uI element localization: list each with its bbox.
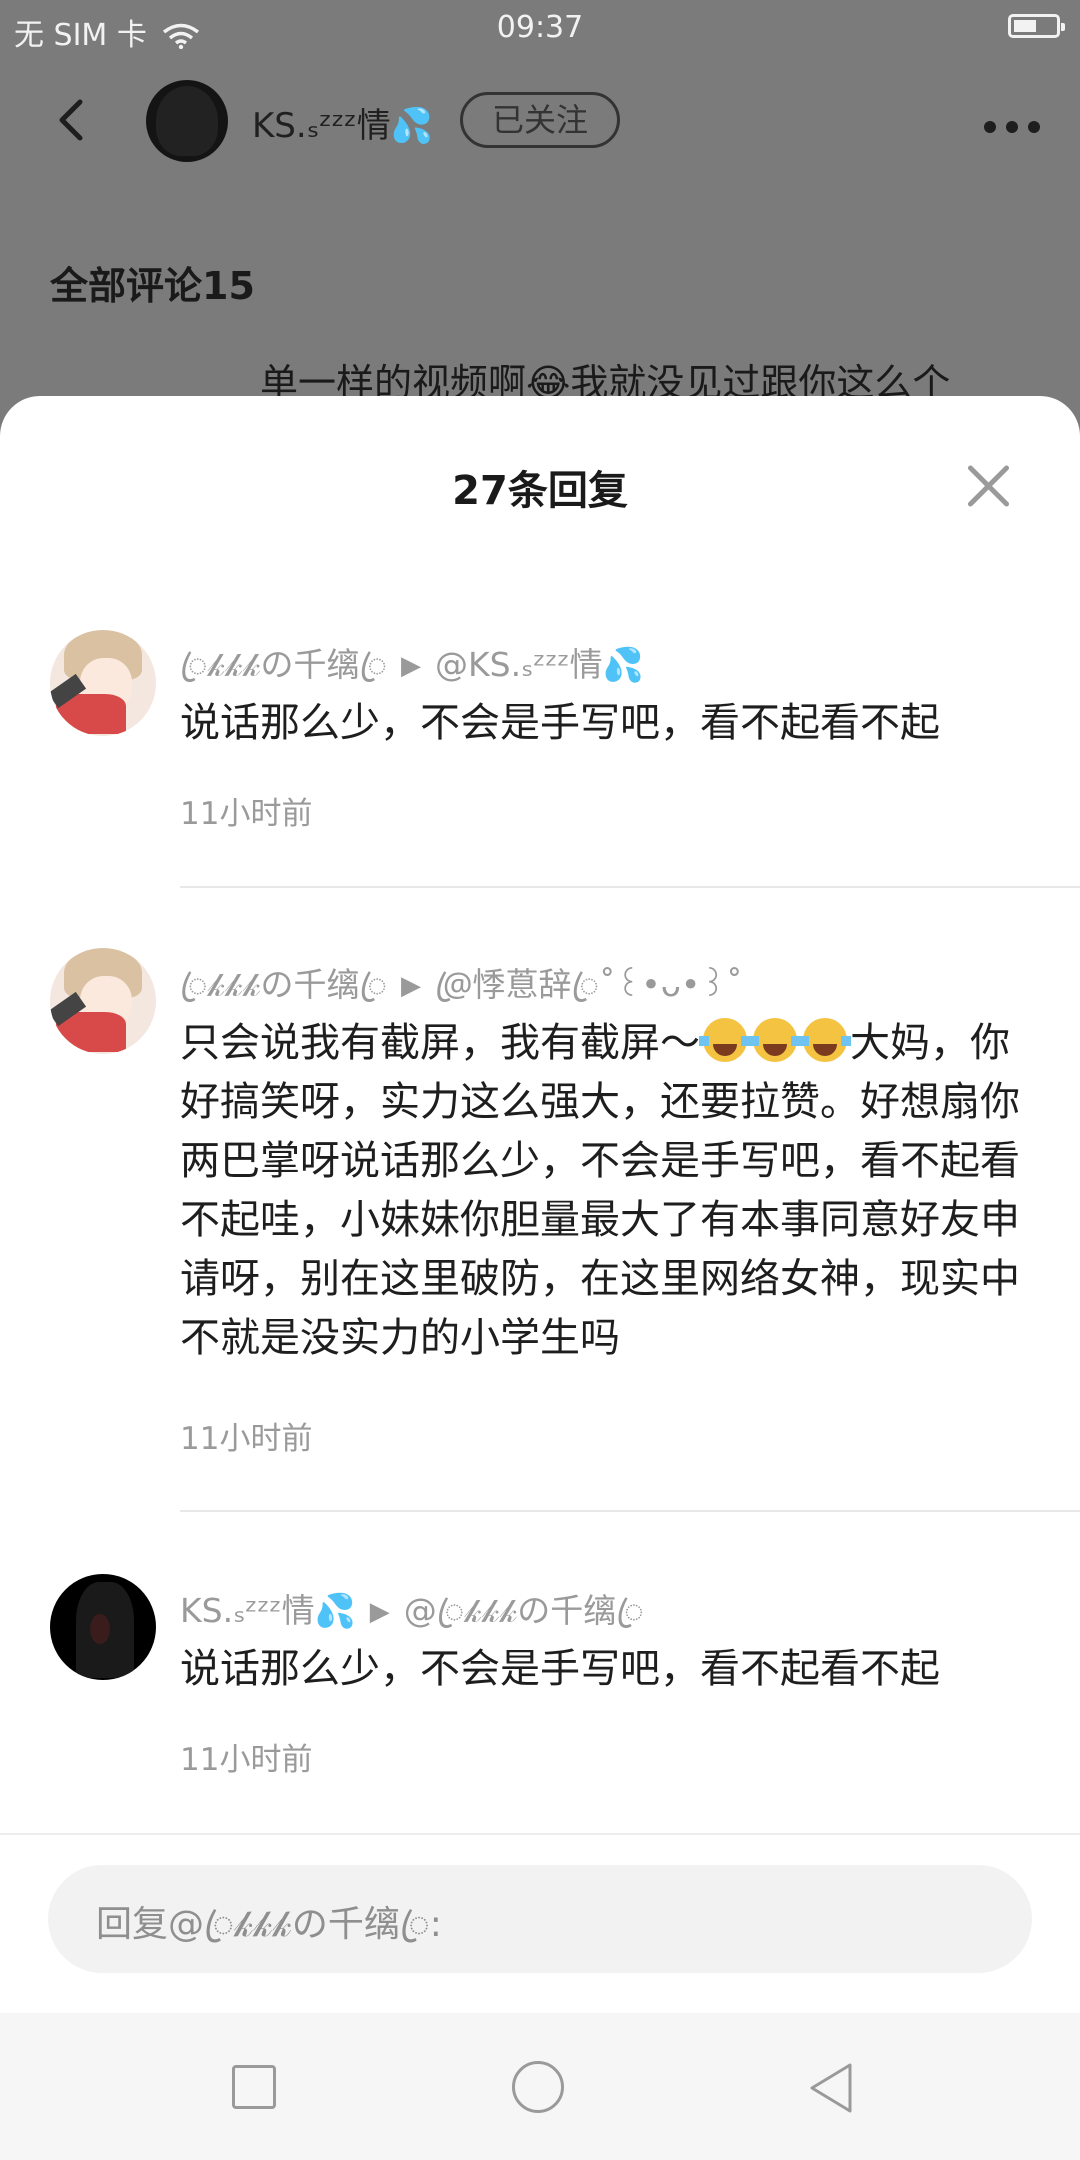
battery-icon — [1008, 14, 1065, 38]
reply-target[interactable]: @KS.ₛᶻᶻᶻ情💦 — [435, 645, 644, 684]
reply-arrow-icon: ▶ — [400, 971, 421, 1001]
close-icon[interactable] — [966, 464, 1010, 508]
nav-recent-icon[interactable] — [232, 2065, 276, 2109]
reply-text-part: 大妈，你好搞笑呀，实力这么强大，还要拉赞。好想扇你两巴掌呀说话那么少，不会是手写… — [180, 1020, 1020, 1361]
replies-sheet: 27条回复 ꦿ𝓀𝓀𝓀の千缡ꦿ ▶ @KS.ₛᶻᶻᶻ情💦 说话那么少，不会是手写吧，看… — [0, 396, 1080, 2013]
reply-input[interactable]: 回复@ꦿ𝓀𝓀𝓀の千缡ꦿ: — [48, 1865, 1032, 1973]
system-nav-bar — [0, 2013, 1080, 2160]
avatar[interactable] — [146, 80, 228, 162]
laughing-emoji-icon — [699, 1018, 751, 1062]
more-icon[interactable] — [974, 118, 1040, 137]
reply-arrow-icon: ▶ — [400, 651, 421, 681]
laughing-emoji-icon — [799, 1018, 851, 1062]
avatar[interactable] — [50, 1574, 156, 1680]
reply-text-part: 只会说我有截屏，我有截屏～ — [180, 1020, 700, 1066]
reply-author[interactable]: ꦿ𝓀𝓀𝓀の千缡ꦿ — [180, 965, 387, 1004]
divider — [180, 1510, 1080, 1512]
reply-time: 11小时前 — [180, 1742, 313, 1778]
status-bar: 无 SIM 卡 09:37 — [0, 0, 1080, 56]
reply-author[interactable]: KS.ₛᶻᶻᶻ情💦 — [180, 1591, 356, 1630]
nav-back-icon[interactable] — [806, 2061, 856, 2115]
sheet-title: 27条回复 — [452, 468, 628, 514]
header-username[interactable]: KS.ₛᶻᶻᶻ情💦 — [252, 98, 433, 147]
all-comments-title: 全部评论15 — [50, 264, 255, 308]
reply-arrow-icon: ▶ — [369, 1597, 390, 1627]
avatar[interactable] — [50, 948, 156, 1054]
laughing-emoji-icon — [749, 1018, 801, 1062]
reply-input-placeholder: 回复@ꦿ𝓀𝓀𝓀の千缡ꦿ: — [96, 1904, 442, 1945]
reply-target[interactable]: @ꦿ𝓀𝓀𝓀の千缡ꦿ — [404, 1591, 644, 1630]
reply-author[interactable]: ꦿ𝓀𝓀𝓀の千缡ꦿ — [180, 645, 387, 684]
reply-text: 说话那么少，不会是手写吧，看不起看不起 — [180, 1646, 940, 1692]
reply-text: 只会说我有截屏，我有截屏～ 大妈，你好搞笑呀，实力这么强大，还要拉赞。好想扇你两巴… — [180, 1014, 1024, 1368]
clock: 09:37 — [496, 10, 584, 45]
divider — [180, 886, 1080, 888]
nav-home-icon[interactable] — [512, 2061, 564, 2113]
profile-header: KS.ₛᶻᶻᶻ情💦 已关注 — [0, 80, 1080, 162]
back-icon[interactable] — [52, 98, 96, 142]
reply-composer-bar: 回复@ꦿ𝓀𝓀𝓀の千缡ꦿ: — [0, 1833, 1080, 1975]
reply-time: 11小时前 — [180, 1421, 313, 1457]
avatar[interactable] — [50, 630, 156, 736]
reply-target[interactable]: @ꦿ悸蒠辞ꦿ˚꒰•ᴗ•꒱˚ — [435, 965, 743, 1004]
reply-time: 11小时前 — [180, 796, 313, 832]
reply-text: 说话那么少，不会是手写吧，看不起看不起 — [180, 700, 940, 746]
follow-button[interactable]: 已关注 — [460, 92, 620, 148]
